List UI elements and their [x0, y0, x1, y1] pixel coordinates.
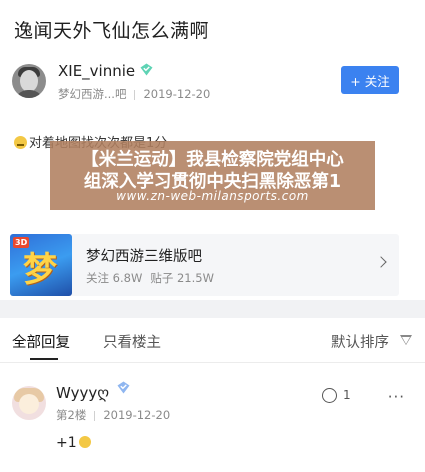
smile-emoji-icon — [14, 136, 27, 149]
forum-logo-3d-tag: 3D — [13, 237, 30, 248]
reply-text: +1 — [56, 435, 91, 451]
verified-badge-icon — [117, 381, 130, 394]
reply-author-name[interactable]: Wyyyღ — [56, 384, 109, 402]
author-name[interactable]: XIE_vinnie — [58, 62, 135, 80]
chevron-right-icon — [375, 256, 387, 268]
verified-badge-icon — [140, 63, 153, 76]
filter-icon[interactable] — [400, 335, 412, 345]
post-title: 逸闻天外飞仙怎么满啊 — [14, 20, 210, 42]
reply-section: 全部回复 只看楼主 默认排序 Wyyyღ 第2楼 2019-12-20 +1 1 … — [0, 318, 425, 472]
forum-card[interactable]: 梦 3D 梦幻西游三维版吧 关注 6.8W 贴子 21.5W — [10, 234, 399, 296]
forum-posts: 贴子 21.5W — [150, 271, 214, 285]
reply-floor: 第2楼 — [56, 408, 87, 422]
watermark-overlay: 【米兰运动】我县检察院党组中心 组深入学习贯彻中央扫黑除恶第1 www.zn-w… — [50, 141, 375, 210]
active-tab-indicator — [30, 358, 58, 360]
sort-dropdown[interactable]: 默认排序 — [331, 331, 389, 352]
post-date: 2019-12-20 — [143, 87, 211, 101]
more-icon[interactable]: ··· — [388, 388, 405, 406]
reply-date: 2019-12-20 — [103, 408, 171, 422]
post-card: 逸闻天外飞仙怎么满啊 XIE_vinnie 梦幻西游...吧 2019-12-20… — [0, 0, 425, 300]
reply-text-value: +1 — [56, 435, 77, 451]
reply-meta: 第2楼 2019-12-20 — [56, 407, 170, 423]
thumbs-up-emoji-icon — [78, 436, 91, 448]
like-count: 1 — [343, 388, 351, 402]
reply-tabs: 全部回复 只看楼主 默认排序 — [0, 318, 425, 363]
forum-name: 梦幻西游三维版吧 — [86, 249, 202, 265]
follow-button[interactable]: + 关注 — [341, 66, 399, 94]
forum-logo: 梦 3D — [10, 234, 72, 296]
author-meta: 梦幻西游...吧 2019-12-20 — [58, 86, 210, 102]
forum-stats: 关注 6.8W 贴子 21.5W — [86, 270, 214, 286]
tab-all-replies[interactable]: 全部回复 — [12, 331, 70, 352]
tab-only-op[interactable]: 只看楼主 — [103, 331, 161, 352]
author-forum: 梦幻西游...吧 — [58, 87, 127, 101]
author-avatar[interactable] — [12, 64, 46, 98]
overlay-url: www.zn-web-milansports.com — [116, 189, 309, 203]
reply-avatar[interactable] — [12, 386, 46, 420]
like-icon[interactable] — [322, 388, 337, 403]
forum-logo-glyph: 梦 — [23, 250, 57, 290]
forum-follows: 关注 6.8W — [86, 271, 143, 285]
